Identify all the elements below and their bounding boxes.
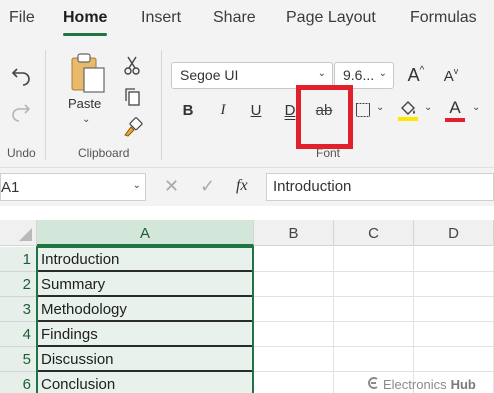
cell-a4[interactable]: Findings <box>37 322 254 347</box>
undo-icon[interactable] <box>8 64 34 88</box>
chevron-down-icon[interactable]: ⌄ <box>424 102 432 113</box>
group-divider <box>45 50 46 160</box>
cell-d2[interactable] <box>414 272 494 297</box>
tab-insert[interactable]: Insert <box>141 9 181 27</box>
cell-b6[interactable] <box>254 372 334 393</box>
paste-icon[interactable] <box>68 52 108 94</box>
format-painter-icon[interactable] <box>122 116 144 138</box>
cancel-icon[interactable]: ✕ <box>164 176 179 197</box>
select-all-button[interactable] <box>0 220 37 246</box>
cell-b2[interactable] <box>254 272 334 297</box>
chevron-down-icon[interactable]: ⌄ <box>133 180 141 191</box>
cell-a3[interactable]: Methodology <box>37 297 254 322</box>
row-header[interactable]: 1 <box>0 247 37 272</box>
chevron-down-icon: ⌄ <box>378 68 387 79</box>
row-header[interactable]: 3 <box>0 297 37 322</box>
cell-c3[interactable] <box>334 297 414 322</box>
tab-home[interactable]: Home <box>63 9 107 27</box>
tab-page-layout[interactable]: Page Layout <box>286 9 376 27</box>
grow-font-icon[interactable]: A ^ <box>404 64 428 86</box>
name-box-value: A1 <box>1 179 20 196</box>
worksheet-grid: A B C D 1 Introduction 2 Summary 3 Metho… <box>0 206 494 393</box>
copy-icon[interactable] <box>122 86 142 108</box>
clipboard-group-label: Clipboard <box>78 146 130 160</box>
font-family-value: Segoe UI <box>180 67 239 83</box>
column-header-a[interactable]: A <box>37 220 254 246</box>
cell-b4[interactable] <box>254 322 334 347</box>
redo-icon[interactable] <box>8 100 34 124</box>
cell-d5[interactable] <box>414 347 494 372</box>
borders-icon[interactable] <box>356 102 370 118</box>
fill-color-icon[interactable] <box>397 98 419 122</box>
ribbon: Undo Paste ⌄ Clipboard Segoe UI ⌄ 9.6...… <box>0 40 494 168</box>
strikethrough-highlight-callout <box>296 85 353 149</box>
cell-b1[interactable] <box>254 247 334 272</box>
undo-group-label: Undo <box>7 146 36 160</box>
cell-c4[interactable] <box>334 322 414 347</box>
menu-tabs: File Home Insert Share Page Layout Formu… <box>0 0 494 40</box>
column-header-c[interactable]: C <box>334 220 414 246</box>
electronics-hub-logo-icon <box>367 377 379 392</box>
active-tab-indicator <box>63 33 107 36</box>
formula-controls: ✕ ✓ fx <box>154 173 262 201</box>
chevron-down-icon[interactable]: ⌄ <box>472 102 480 113</box>
cell-b5[interactable] <box>254 347 334 372</box>
cell-a2[interactable]: Summary <box>37 272 254 297</box>
shrink-font-icon[interactable]: Av <box>440 66 462 86</box>
row-header[interactable]: 6 <box>0 372 37 393</box>
cell-c1[interactable] <box>334 247 414 272</box>
tab-file[interactable]: File <box>9 9 35 27</box>
font-color-icon[interactable]: A <box>444 98 466 122</box>
font-size-value: 9.6... <box>343 67 375 83</box>
cell-a1[interactable]: Introduction <box>37 247 254 272</box>
cell-c5[interactable] <box>334 347 414 372</box>
cell-c2[interactable] <box>334 272 414 297</box>
paste-label[interactable]: Paste <box>68 96 101 111</box>
cell-d4[interactable] <box>414 322 494 347</box>
chevron-down-icon: ⌄ <box>317 68 326 79</box>
watermark-brand: Hub <box>450 377 476 392</box>
cell-d1[interactable] <box>414 247 494 272</box>
row-header[interactable]: 5 <box>0 347 37 372</box>
cell-a6[interactable]: Conclusion <box>37 372 254 393</box>
cell-b3[interactable] <box>254 297 334 322</box>
enter-icon[interactable]: ✓ <box>200 176 215 197</box>
cut-icon[interactable] <box>122 54 142 76</box>
chevron-down-icon[interactable]: ⌄ <box>376 102 384 113</box>
formula-bar: A1 ⌄ ✕ ✓ fx Introduction <box>0 168 494 206</box>
column-header-d[interactable]: D <box>414 220 494 246</box>
name-box[interactable]: A1 ⌄ <box>0 173 146 201</box>
watermark: Electronics Hub <box>367 377 476 392</box>
column-header-b[interactable]: B <box>254 220 334 246</box>
insert-function-button[interactable]: fx <box>236 177 248 195</box>
underline-button[interactable]: U <box>247 102 265 119</box>
tab-formulas[interactable]: Formulas <box>410 9 477 27</box>
cell-d3[interactable] <box>414 297 494 322</box>
italic-button[interactable]: I <box>214 102 232 119</box>
chevron-down-icon[interactable]: ⌄ <box>82 114 90 125</box>
watermark-text: Electronics <box>383 377 447 392</box>
row-header[interactable]: 2 <box>0 272 37 297</box>
group-divider <box>161 50 162 160</box>
bold-button[interactable]: B <box>179 102 197 119</box>
tab-share[interactable]: Share <box>213 9 256 27</box>
cell-a5[interactable]: Discussion <box>37 347 254 372</box>
formula-input[interactable]: Introduction <box>266 173 494 201</box>
row-header[interactable]: 4 <box>0 322 37 347</box>
